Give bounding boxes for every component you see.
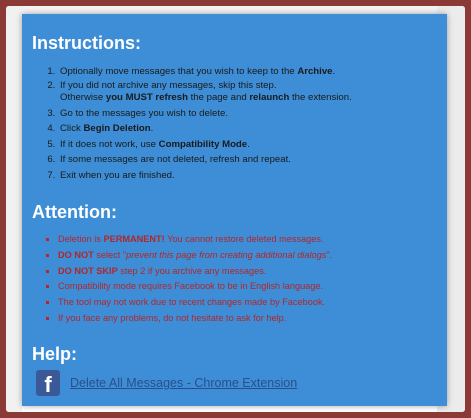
- attention-bold-text: DO NOT SKIP: [58, 265, 118, 276]
- attention-text: Deletion is: [58, 234, 104, 244]
- step-1: Optionally move messages that you wish t…: [58, 64, 352, 80]
- attention-text: If you face any problems, do not hesitat…: [58, 312, 287, 323]
- step-text: Click: [60, 123, 84, 134]
- attention-item-4: Compatibility mode requires Facebook to …: [58, 279, 332, 295]
- attention-text: select ": [93, 249, 127, 260]
- step-text: If it does not work, use: [60, 138, 159, 150]
- attention-text: You cannot restore deleted messages.: [164, 234, 324, 244]
- step-text: .: [150, 123, 154, 134]
- instructions-list: Optionally move messages that you wish t…: [38, 64, 352, 183]
- facebook-icon[interactable]: f: [36, 370, 60, 397]
- screenshot-frame: Instructions: Optionally move messages t…: [6, 6, 465, 412]
- step-6: If some messages are not deleted, refres…: [58, 152, 352, 168]
- step-text: If some messages are not deleted, refres…: [60, 154, 291, 165]
- step-bold-text: Archive: [297, 66, 333, 77]
- step-text: Go to the messages you wish to delete.: [60, 107, 228, 119]
- attention-text: step 2 if you archive any messages.: [117, 265, 267, 276]
- attention-italic-text: prevent this page from creating addition…: [126, 249, 327, 260]
- background-left-column: [6, 6, 22, 412]
- attention-item-6: If you face any problems, do not hesitat…: [58, 311, 332, 327]
- attention-bold-text: PERMANENT!: [103, 234, 165, 244]
- step-text: Exit when you are finished.: [60, 169, 175, 181]
- step-text: If you did not archive any messages, ski…: [60, 79, 277, 91]
- attention-item-3: DO NOT SKIP step 2 if you archive any me…: [58, 264, 332, 280]
- attention-item-1: Deletion is PERMANENT! You cannot restor…: [58, 232, 332, 248]
- attention-item-2: DO NOT select "prevent this page from cr…: [58, 248, 332, 264]
- help-extension-link[interactable]: Delete All Messages - Chrome Extension: [70, 376, 297, 390]
- attention-heading: Attention:: [32, 202, 117, 222]
- instructions-heading: Instructions:: [32, 33, 142, 53]
- step-bold-text: Compatibility Mode: [158, 138, 248, 150]
- attention-text: Compatibility mode requires Facebook to …: [58, 281, 324, 292]
- attention-item-5: The tool may not work due to recent chan…: [58, 295, 332, 311]
- step-text: .: [332, 66, 336, 77]
- step-text: the page and: [187, 92, 250, 103]
- step-2: If you did not archive any messages, ski…: [58, 80, 352, 105]
- step-text: Otherwise: [60, 92, 106, 103]
- step-text: .: [247, 138, 250, 150]
- step-3: Go to the messages you wish to delete.: [58, 106, 352, 122]
- step-text: Optionally move messages that you wish t…: [60, 66, 298, 77]
- step-bold-text: relaunch: [249, 92, 290, 103]
- step-4: Click Begin Deletion.: [58, 121, 352, 137]
- help-heading: Help:: [32, 344, 77, 364]
- instructions-dialog: Instructions: Optionally move messages t…: [22, 14, 447, 406]
- step-7: Exit when you are finished.: [58, 168, 352, 184]
- step-text: the extension.: [289, 92, 352, 103]
- step-bold-text: Begin Deletion: [83, 123, 151, 134]
- step-5: If it does not work, use Compatibility M…: [58, 137, 352, 153]
- attention-list: Deletion is PERMANENT! You cannot restor…: [38, 232, 332, 327]
- attention-bold-text: DO NOT: [58, 249, 94, 260]
- attention-text: The tool may not work due to recent chan…: [58, 297, 326, 308]
- attention-text: ".: [326, 249, 333, 260]
- step-bold-text: you MUST refresh: [105, 92, 188, 103]
